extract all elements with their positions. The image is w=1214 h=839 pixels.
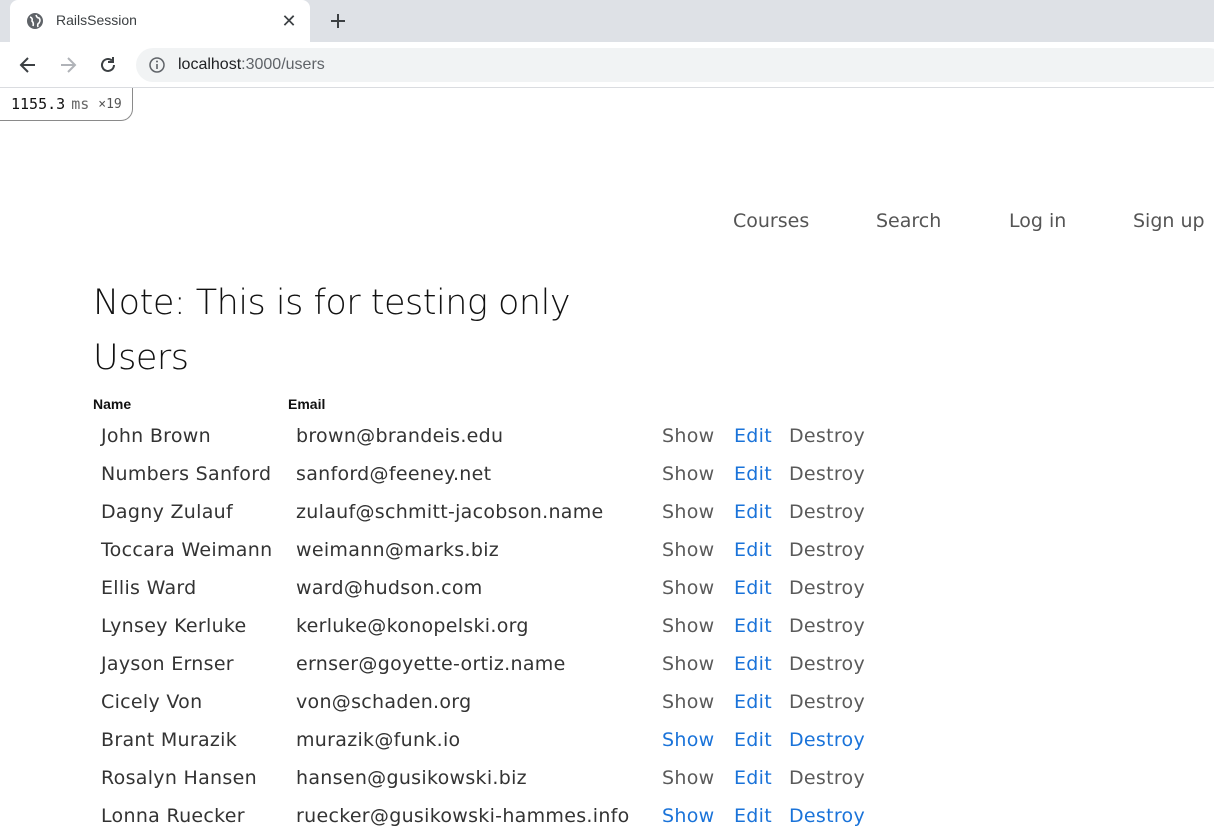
testing-note-heading: Note: This is for testing only xyxy=(93,283,571,323)
destroy-link[interactable]: Destroy xyxy=(789,691,865,713)
destroy-link[interactable]: Destroy xyxy=(789,729,865,751)
show-link[interactable]: Show xyxy=(662,691,714,713)
page-title: Users xyxy=(93,338,189,378)
edit-link[interactable]: Edit xyxy=(734,425,772,447)
user-email: zulauf@schmitt-jacobson.name xyxy=(296,501,604,523)
user-email: hansen@gusikowski.biz xyxy=(296,767,527,789)
user-email: brown@brandeis.edu xyxy=(296,425,504,447)
edit-link[interactable]: Edit xyxy=(734,729,772,751)
user-email: ernser@goyette-ortiz.name xyxy=(296,653,566,675)
user-name: Brant Murazik xyxy=(101,729,238,751)
user-name: Rosalyn Hansen xyxy=(101,767,257,789)
new-tab-icon[interactable] xyxy=(326,9,350,33)
show-link[interactable]: Show xyxy=(662,615,714,637)
table-row: Jayson Ernser ernser@goyette-ortiz.name Sh… xyxy=(0,653,900,691)
show-link[interactable]: Show xyxy=(662,501,714,523)
user-name: Ellis Ward xyxy=(101,577,197,599)
user-name: Cicely Von xyxy=(101,691,203,713)
profiler-count: ×19 xyxy=(98,96,122,112)
show-link[interactable]: Show xyxy=(662,729,714,751)
user-name: John Brown xyxy=(101,425,211,447)
table-row: Dagny Zulauf zulauf@schmitt-jacobson.name… xyxy=(0,501,900,539)
user-email: ward@hudson.com xyxy=(296,577,483,599)
globe-icon xyxy=(27,13,43,29)
column-header-email: Email xyxy=(288,396,326,412)
show-link[interactable]: Show xyxy=(662,577,714,599)
edit-link[interactable]: Edit xyxy=(734,615,772,637)
user-name: Toccara Weimann xyxy=(101,539,273,561)
user-email: von@schaden.org xyxy=(296,691,472,713)
column-header-name: Name xyxy=(93,396,132,412)
profiler-unit: ms xyxy=(71,95,90,113)
table-row: Numbers Sanford sanford@feeney.net Show Edi… xyxy=(0,463,900,501)
profiler-badge[interactable]: 1155.3 ms ×19 xyxy=(0,88,133,121)
destroy-link[interactable]: Destroy xyxy=(789,805,865,827)
browser-tab[interactable]: RailsSession ✕ xyxy=(10,0,310,42)
destroy-link[interactable]: Destroy xyxy=(789,501,865,523)
profiler-time: 1155.3 xyxy=(11,95,66,113)
user-name: Dagny Zulauf xyxy=(101,501,233,523)
table-row: John Brown brown@brandeis.edu Show Edit Dest… xyxy=(0,425,900,463)
show-link[interactable]: Show xyxy=(662,805,714,827)
table-row: Brant Murazik murazik@funk.io Show Edit Dest… xyxy=(0,729,900,767)
nav-log-in[interactable]: Log in xyxy=(1009,210,1066,232)
table-row: Rosalyn Hansen hansen@gusikowski.biz Show E… xyxy=(0,767,900,805)
user-name: Lonna Ruecker xyxy=(101,805,245,827)
nav-courses[interactable]: Courses xyxy=(733,210,809,232)
nav-sign-up[interactable]: Sign up xyxy=(1133,210,1205,232)
show-link[interactable]: Show xyxy=(662,463,714,485)
user-email: weimann@marks.biz xyxy=(296,539,500,561)
user-name: Jayson Ernser xyxy=(101,653,234,675)
table-row: Toccara Weimann weimann@marks.biz Show Edit… xyxy=(0,539,900,577)
forward-icon[interactable] xyxy=(55,52,81,78)
table-row: Lonna Ruecker ruecker@gusikowski-hammes.i… xyxy=(0,805,900,839)
edit-link[interactable]: Edit xyxy=(734,691,772,713)
edit-link[interactable]: Edit xyxy=(734,805,772,827)
edit-link[interactable]: Edit xyxy=(734,463,772,485)
edit-link[interactable]: Edit xyxy=(734,539,772,561)
user-name: Numbers Sanford xyxy=(101,463,272,485)
edit-link[interactable]: Edit xyxy=(734,653,772,675)
browser-tabstrip: RailsSession ✕ xyxy=(0,0,1214,42)
destroy-link[interactable]: Destroy xyxy=(789,425,865,447)
user-email: murazik@funk.io xyxy=(296,729,461,751)
show-link[interactable]: Show xyxy=(662,539,714,561)
url-text: localhost:3000/users xyxy=(178,56,325,73)
user-email: sanford@feeney.net xyxy=(296,463,492,485)
browser-toolbar: localhost:3000/users xyxy=(0,42,1214,88)
destroy-link[interactable]: Destroy xyxy=(789,767,865,789)
user-name: Lynsey Kerluke xyxy=(101,615,247,637)
info-icon[interactable] xyxy=(149,57,165,73)
user-email: kerluke@konopelski.org xyxy=(296,615,529,637)
show-link[interactable]: Show xyxy=(662,767,714,789)
nav-search[interactable]: Search xyxy=(876,210,941,232)
destroy-link[interactable]: Destroy xyxy=(789,615,865,637)
destroy-link[interactable]: Destroy xyxy=(789,539,865,561)
user-email: ruecker@gusikowski-hammes.info xyxy=(296,805,630,827)
edit-link[interactable]: Edit xyxy=(734,767,772,789)
address-bar[interactable]: localhost:3000/users xyxy=(136,48,1214,82)
table-row: Ellis Ward ward@hudson.com Show Edit Destroy xyxy=(0,577,900,615)
destroy-link[interactable]: Destroy xyxy=(789,463,865,485)
show-link[interactable]: Show xyxy=(662,425,714,447)
reload-icon[interactable] xyxy=(95,52,121,78)
table-row: Lynsey Kerluke kerluke@konopelski.org Show… xyxy=(0,615,900,653)
close-icon[interactable]: ✕ xyxy=(278,10,300,32)
edit-link[interactable]: Edit xyxy=(734,577,772,599)
edit-link[interactable]: Edit xyxy=(734,501,772,523)
show-link[interactable]: Show xyxy=(662,653,714,675)
back-icon[interactable] xyxy=(15,52,41,78)
tab-title: RailsSession xyxy=(56,12,137,28)
destroy-link[interactable]: Destroy xyxy=(789,577,865,599)
table-row: Cicely Von von@schaden.org Show Edit Destroy xyxy=(0,691,900,729)
destroy-link[interactable]: Destroy xyxy=(789,653,865,675)
